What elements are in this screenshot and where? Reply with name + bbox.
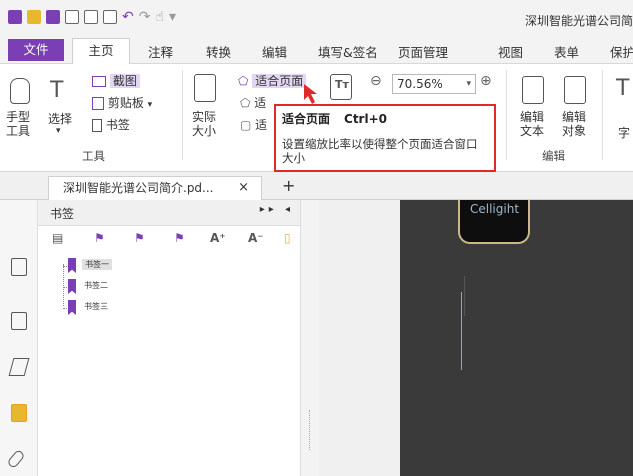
- document-tab[interactable]: 深圳智能光谱公司简介.pd... ×: [48, 176, 262, 200]
- edit-object-icon: [564, 76, 586, 104]
- ribbon-tabs: 文件 主页 注释 转换 编辑 填写&签名 页面管理 视图 表单 保护: [0, 36, 633, 65]
- edit-object-button[interactable]: 编辑 对象: [562, 110, 586, 138]
- red-arrow-icon: [304, 84, 317, 104]
- open-folder-icon[interactable]: [27, 10, 41, 24]
- tab-view[interactable]: 视图: [498, 42, 523, 61]
- add-child-bookmark-icon[interactable]: ⚑: [134, 231, 145, 245]
- layers-icon[interactable]: [8, 358, 30, 376]
- print-icon[interactable]: [65, 10, 79, 24]
- tab-comment[interactable]: 注释: [148, 42, 173, 61]
- tooltip-title: 适合页面: [282, 112, 331, 126]
- logo-text: Celligiht: [470, 202, 520, 216]
- tab-home[interactable]: 主页: [72, 38, 130, 65]
- ribbon-separator: [602, 70, 603, 160]
- delete-bookmark-icon[interactable]: ⚑: [174, 231, 185, 245]
- close-tab-icon[interactable]: ×: [238, 177, 249, 199]
- pages-panel-icon[interactable]: [11, 258, 27, 276]
- tab-edit[interactable]: 编辑: [262, 42, 287, 61]
- hand-tool-icon: [10, 78, 30, 104]
- tab-form[interactable]: 表单: [554, 42, 579, 61]
- tab-protect[interactable]: 保护: [610, 42, 633, 61]
- panel-collapse-controls[interactable]: ▸▸ ◂: [260, 204, 294, 215]
- bookmark-flag-icon: [68, 258, 76, 273]
- fit-visible-button[interactable]: ▢ 适: [240, 116, 267, 133]
- clipboard-paste-icon: [92, 97, 104, 110]
- select-dropdown-icon[interactable]: ▾: [56, 126, 61, 136]
- bookmark-button[interactable]: 书签: [92, 116, 130, 133]
- tab-convert[interactable]: 转换: [206, 42, 231, 61]
- hand-tool-button[interactable]: 手型 工具: [6, 110, 30, 138]
- attachment-icon[interactable]: [6, 448, 26, 470]
- bookmark-toolbar: ▤ ⚑ ⚑ ⚑ A⁺ A⁻ ▯: [38, 228, 300, 252]
- select-button[interactable]: 选择: [48, 110, 72, 127]
- typewriter-icon: T: [616, 76, 630, 101]
- fit-visible-icon: ▢: [240, 118, 252, 132]
- bookmark-panel: 书签 ▸▸ ◂ ▤ ⚑ ⚑ ⚑ A⁺ A⁻ ▯ 书签一 书签二 书签三: [38, 200, 300, 476]
- edit-text-icon: [522, 76, 544, 104]
- thumbnails-icon[interactable]: [11, 312, 27, 330]
- reflow-text-icon: Tт: [335, 78, 349, 91]
- clipboard-button[interactable]: 剪贴板 ▾: [92, 94, 152, 111]
- increase-font-icon[interactable]: A⁺: [210, 231, 226, 245]
- zoom-level-select[interactable]: 70.56% ▾: [392, 74, 476, 94]
- tab-file[interactable]: 文件: [8, 39, 64, 61]
- bookmark-icon: [92, 119, 102, 132]
- ribbon-separator: [506, 70, 507, 160]
- quick-access-toolbar: ↶ ↷ ☝ ▾ 深圳智能光谱公司简: [0, 0, 633, 36]
- tooltip-description: 设置缩放比率以使得整个页面适合窗口大小: [282, 137, 478, 165]
- clipboard-icon[interactable]: [103, 10, 117, 24]
- device-image: Celligiht: [458, 200, 530, 244]
- decrease-font-icon[interactable]: A⁻: [248, 231, 264, 245]
- typewriter-button[interactable]: 字: [618, 124, 630, 141]
- screen-icon[interactable]: [84, 10, 98, 24]
- group-label-tools: 工具: [82, 149, 105, 163]
- document-tab-name: 深圳智能光谱公司简介.pd...: [63, 181, 214, 195]
- bookmark-panel-header: 书签 ▸▸ ◂: [38, 200, 300, 226]
- fit-width-icon: ⬠: [240, 96, 251, 110]
- app-logo-icon: [8, 10, 22, 24]
- window-title: 深圳智能光谱公司简: [524, 14, 633, 28]
- panel-splitter[interactable]: [300, 200, 318, 476]
- zoom-out-icon[interactable]: ⊖: [370, 73, 382, 89]
- fit-page-icon: ⬠: [238, 74, 249, 88]
- tab-fill-sign[interactable]: 填写&签名: [318, 42, 378, 61]
- tooltip-shortcut: Ctrl+0: [344, 112, 387, 126]
- zoom-dropdown-icon: ▾: [466, 79, 471, 89]
- fit-page-button[interactable]: ⬠ 适合页面: [238, 72, 307, 89]
- screenshot-icon: [92, 76, 106, 87]
- viewer-margin: [318, 200, 400, 476]
- new-bookmark-icon[interactable]: ⚑: [94, 231, 105, 245]
- bookmark-flag-icon: [68, 279, 76, 294]
- group-label-edit: 编辑: [542, 149, 565, 163]
- save-icon[interactable]: [46, 10, 60, 24]
- zoom-in-icon[interactable]: ⊕: [480, 73, 492, 89]
- hand-icon[interactable]: ☝: [155, 10, 164, 24]
- new-tab-button[interactable]: +: [282, 176, 295, 195]
- actual-size-button[interactable]: 实际 大小: [192, 110, 216, 138]
- tab-page-management[interactable]: 页面管理: [398, 42, 448, 61]
- navigation-rail: [0, 200, 38, 476]
- screenshot-button[interactable]: 截图: [92, 72, 140, 89]
- redo-icon[interactable]: ↷: [139, 10, 151, 24]
- customize-dropdown-icon[interactable]: ▾: [169, 10, 176, 24]
- fit-width-button[interactable]: ⬠ 适: [240, 94, 266, 111]
- select-text-icon: T: [50, 78, 64, 103]
- ribbon-separator: [182, 70, 183, 160]
- comments-icon[interactable]: [11, 404, 27, 422]
- bookmark-flag-icon: [68, 300, 76, 315]
- actual-size-icon: [194, 74, 216, 102]
- undo-icon[interactable]: ↶: [122, 10, 134, 24]
- expand-bookmark-icon[interactable]: ▯: [284, 231, 291, 245]
- bookmark-options-icon[interactable]: ▤: [52, 231, 63, 245]
- clipboard-dropdown-icon: ▾: [147, 100, 153, 110]
- bookmark-panel-title: 书签: [50, 207, 75, 221]
- edit-text-button[interactable]: 编辑 文本: [520, 110, 544, 138]
- document-page[interactable]: Celligiht: [400, 200, 633, 476]
- document-tab-strip: 深圳智能光谱公司简介.pd... × +: [0, 172, 633, 200]
- fit-page-tooltip: 适合页面 Ctrl+0 设置缩放比率以使得整个页面适合窗口大小: [274, 104, 496, 172]
